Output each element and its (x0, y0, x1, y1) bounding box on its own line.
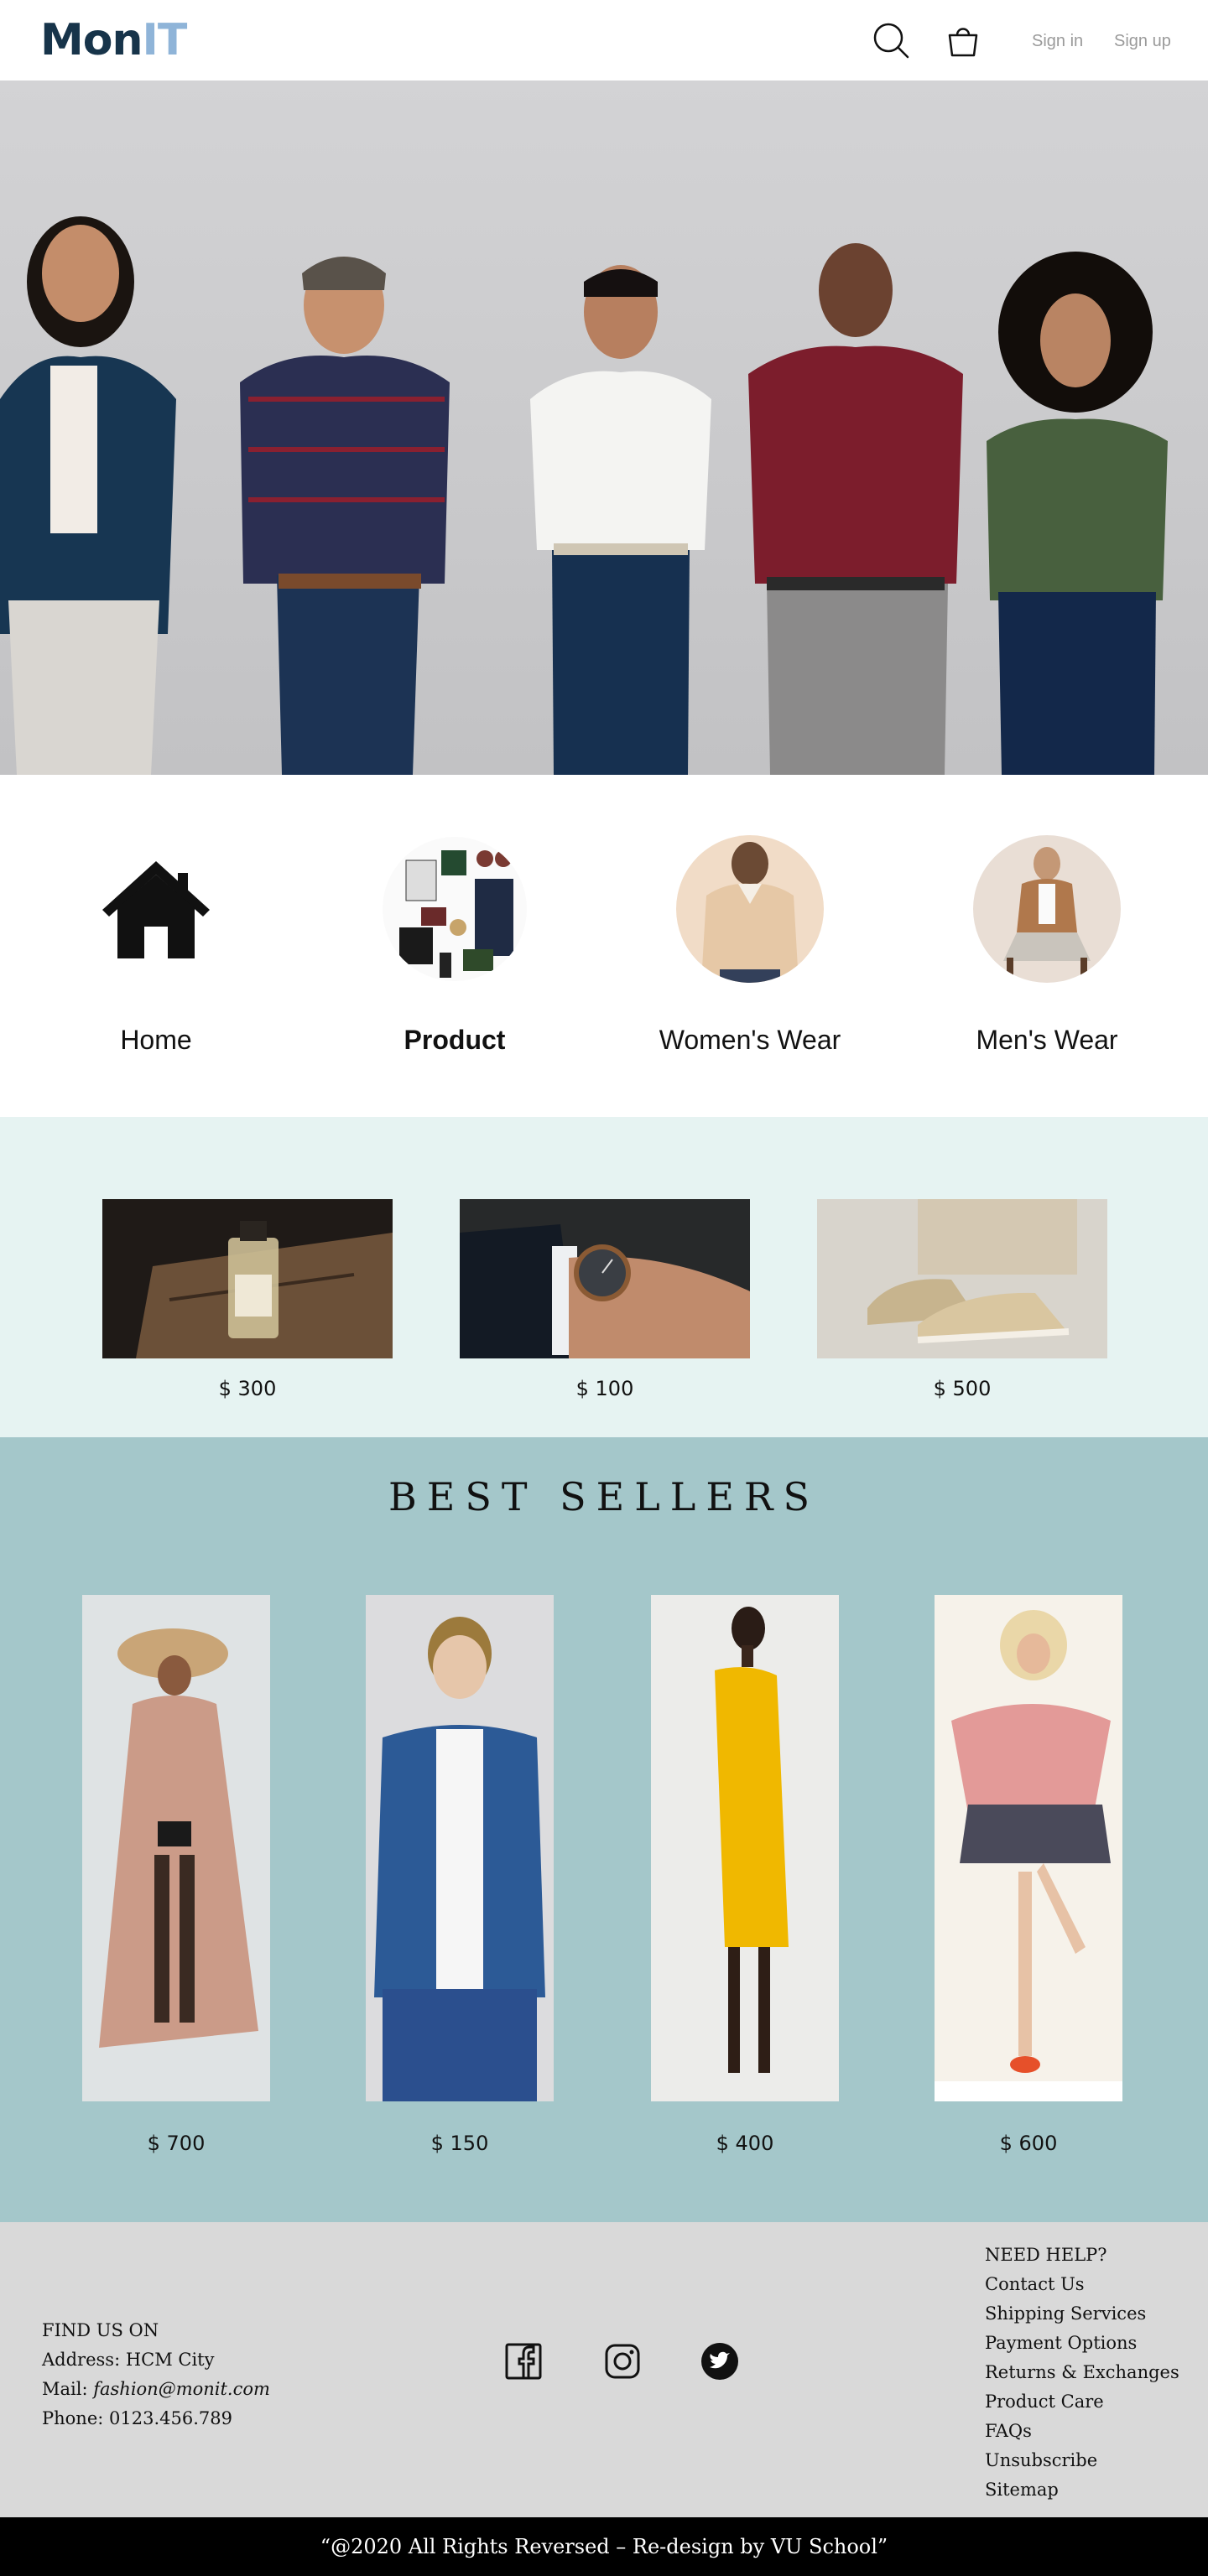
category-mens-wear[interactable]: Men's Wear (929, 835, 1164, 1056)
help-link-shipping-services[interactable]: Shipping Services (985, 2299, 1179, 2329)
category-label: Home (120, 1025, 192, 1055)
product-image (82, 1595, 270, 2101)
address-text: Address: HCM City (42, 2350, 215, 2370)
site-header: MonIT Sign in Sign up (0, 0, 1208, 80)
best-seller-price: $ 600 (999, 2132, 1058, 2155)
sneakers-image (817, 1199, 1107, 1358)
find-us-heading: FIND US ON (42, 2320, 159, 2340)
shopping-bag-icon[interactable] (943, 20, 983, 60)
best-seller-item[interactable]: $ 700 (82, 1595, 270, 2155)
help-link-payment-options[interactable]: Payment Options (985, 2329, 1179, 2358)
women-thumbnail (676, 835, 824, 983)
hero-people-photo (0, 216, 1168, 775)
featured-price: $ 100 (575, 1377, 634, 1400)
mail-link[interactable]: fashion@monit.com (93, 2379, 270, 2399)
copyright-bar: “@2020 All Rights Reversed – Re-design b… (0, 2517, 1208, 2576)
best-seller-item[interactable]: $ 600 (935, 1595, 1122, 2155)
featured-item[interactable]: $ 500 (817, 1199, 1107, 1400)
help-link-product-care[interactable]: Product Care (985, 2387, 1179, 2417)
category-label: Men's Wear (976, 1025, 1118, 1055)
site-footer: FIND US ON Address: HCM City Mail: fashi… (0, 2222, 1208, 2517)
product-image (651, 1595, 839, 2101)
perfume-image (102, 1199, 393, 1358)
best-seller-price: $ 150 (430, 2132, 489, 2155)
featured-price: $ 500 (933, 1377, 992, 1400)
featured-products: $ 300 $ 100 $ 500 (0, 1117, 1208, 1437)
contact-info: FIND US ON Address: HCM City Mail: fashi… (42, 2316, 270, 2433)
logo-text-it: IT (142, 15, 188, 65)
hero-banner (0, 80, 1208, 775)
category-womens-wear[interactable]: Women's Wear (633, 835, 867, 1056)
category-product[interactable]: Product (337, 835, 572, 1056)
copyright-text: “@2020 All Rights Reversed – Re-design b… (320, 2535, 888, 2558)
category-home[interactable]: Home (39, 835, 273, 1056)
sign-in-link[interactable]: Sign in (1032, 32, 1083, 51)
featured-item[interactable]: $ 100 (460, 1199, 750, 1400)
help-links: NEED HELP? Contact Us Shipping Services … (985, 2241, 1179, 2505)
best-seller-item[interactable]: $ 150 (366, 1595, 554, 2155)
featured-item[interactable]: $ 300 (102, 1199, 393, 1400)
best-sellers-title: BEST SELLERS (388, 1474, 820, 1519)
category-label: Product (404, 1025, 506, 1055)
help-link-contact-us[interactable]: Contact Us (985, 2270, 1179, 2299)
men-thumbnail (973, 835, 1121, 983)
logo-text-mon: Mon (40, 15, 143, 65)
best-seller-item[interactable]: $ 400 (651, 1595, 839, 2155)
featured-price: $ 300 (218, 1377, 277, 1400)
help-link-sitemap[interactable]: Sitemap (985, 2475, 1179, 2505)
logo[interactable]: MonIT (40, 15, 188, 65)
mail-label: Mail: (42, 2379, 94, 2399)
watch-image (460, 1199, 750, 1358)
sign-up-link[interactable]: Sign up (1114, 32, 1171, 51)
search-icon[interactable] (871, 20, 911, 60)
best-seller-price: $ 400 (716, 2132, 774, 2155)
phone-text: Phone: 0123.456.789 (42, 2408, 232, 2428)
help-link-returns-exchanges[interactable]: Returns & Exchanges (985, 2358, 1179, 2387)
category-label: Women's Wear (659, 1025, 841, 1055)
twitter-icon[interactable] (700, 2341, 740, 2381)
best-sellers-section: BEST SELLERS $ 700 $ 150 $ 400 $ 600 (0, 1437, 1208, 2222)
product-image (366, 1595, 554, 2101)
mail-line: Mail: fashion@monit.com (42, 2375, 270, 2404)
category-nav: Home Product Women's Wear Men's Wear (0, 775, 1208, 1117)
product-image (935, 1595, 1122, 2101)
help-link-unsubscribe[interactable]: Unsubscribe (985, 2446, 1179, 2475)
instagram-icon[interactable] (602, 2341, 643, 2381)
help-link-faqs[interactable]: FAQs (985, 2417, 1179, 2446)
house-icon (82, 835, 230, 983)
best-seller-price: $ 700 (147, 2132, 206, 2155)
facebook-icon[interactable] (503, 2341, 544, 2381)
help-heading: NEED HELP? (985, 2245, 1107, 2265)
product-collage (381, 835, 528, 983)
